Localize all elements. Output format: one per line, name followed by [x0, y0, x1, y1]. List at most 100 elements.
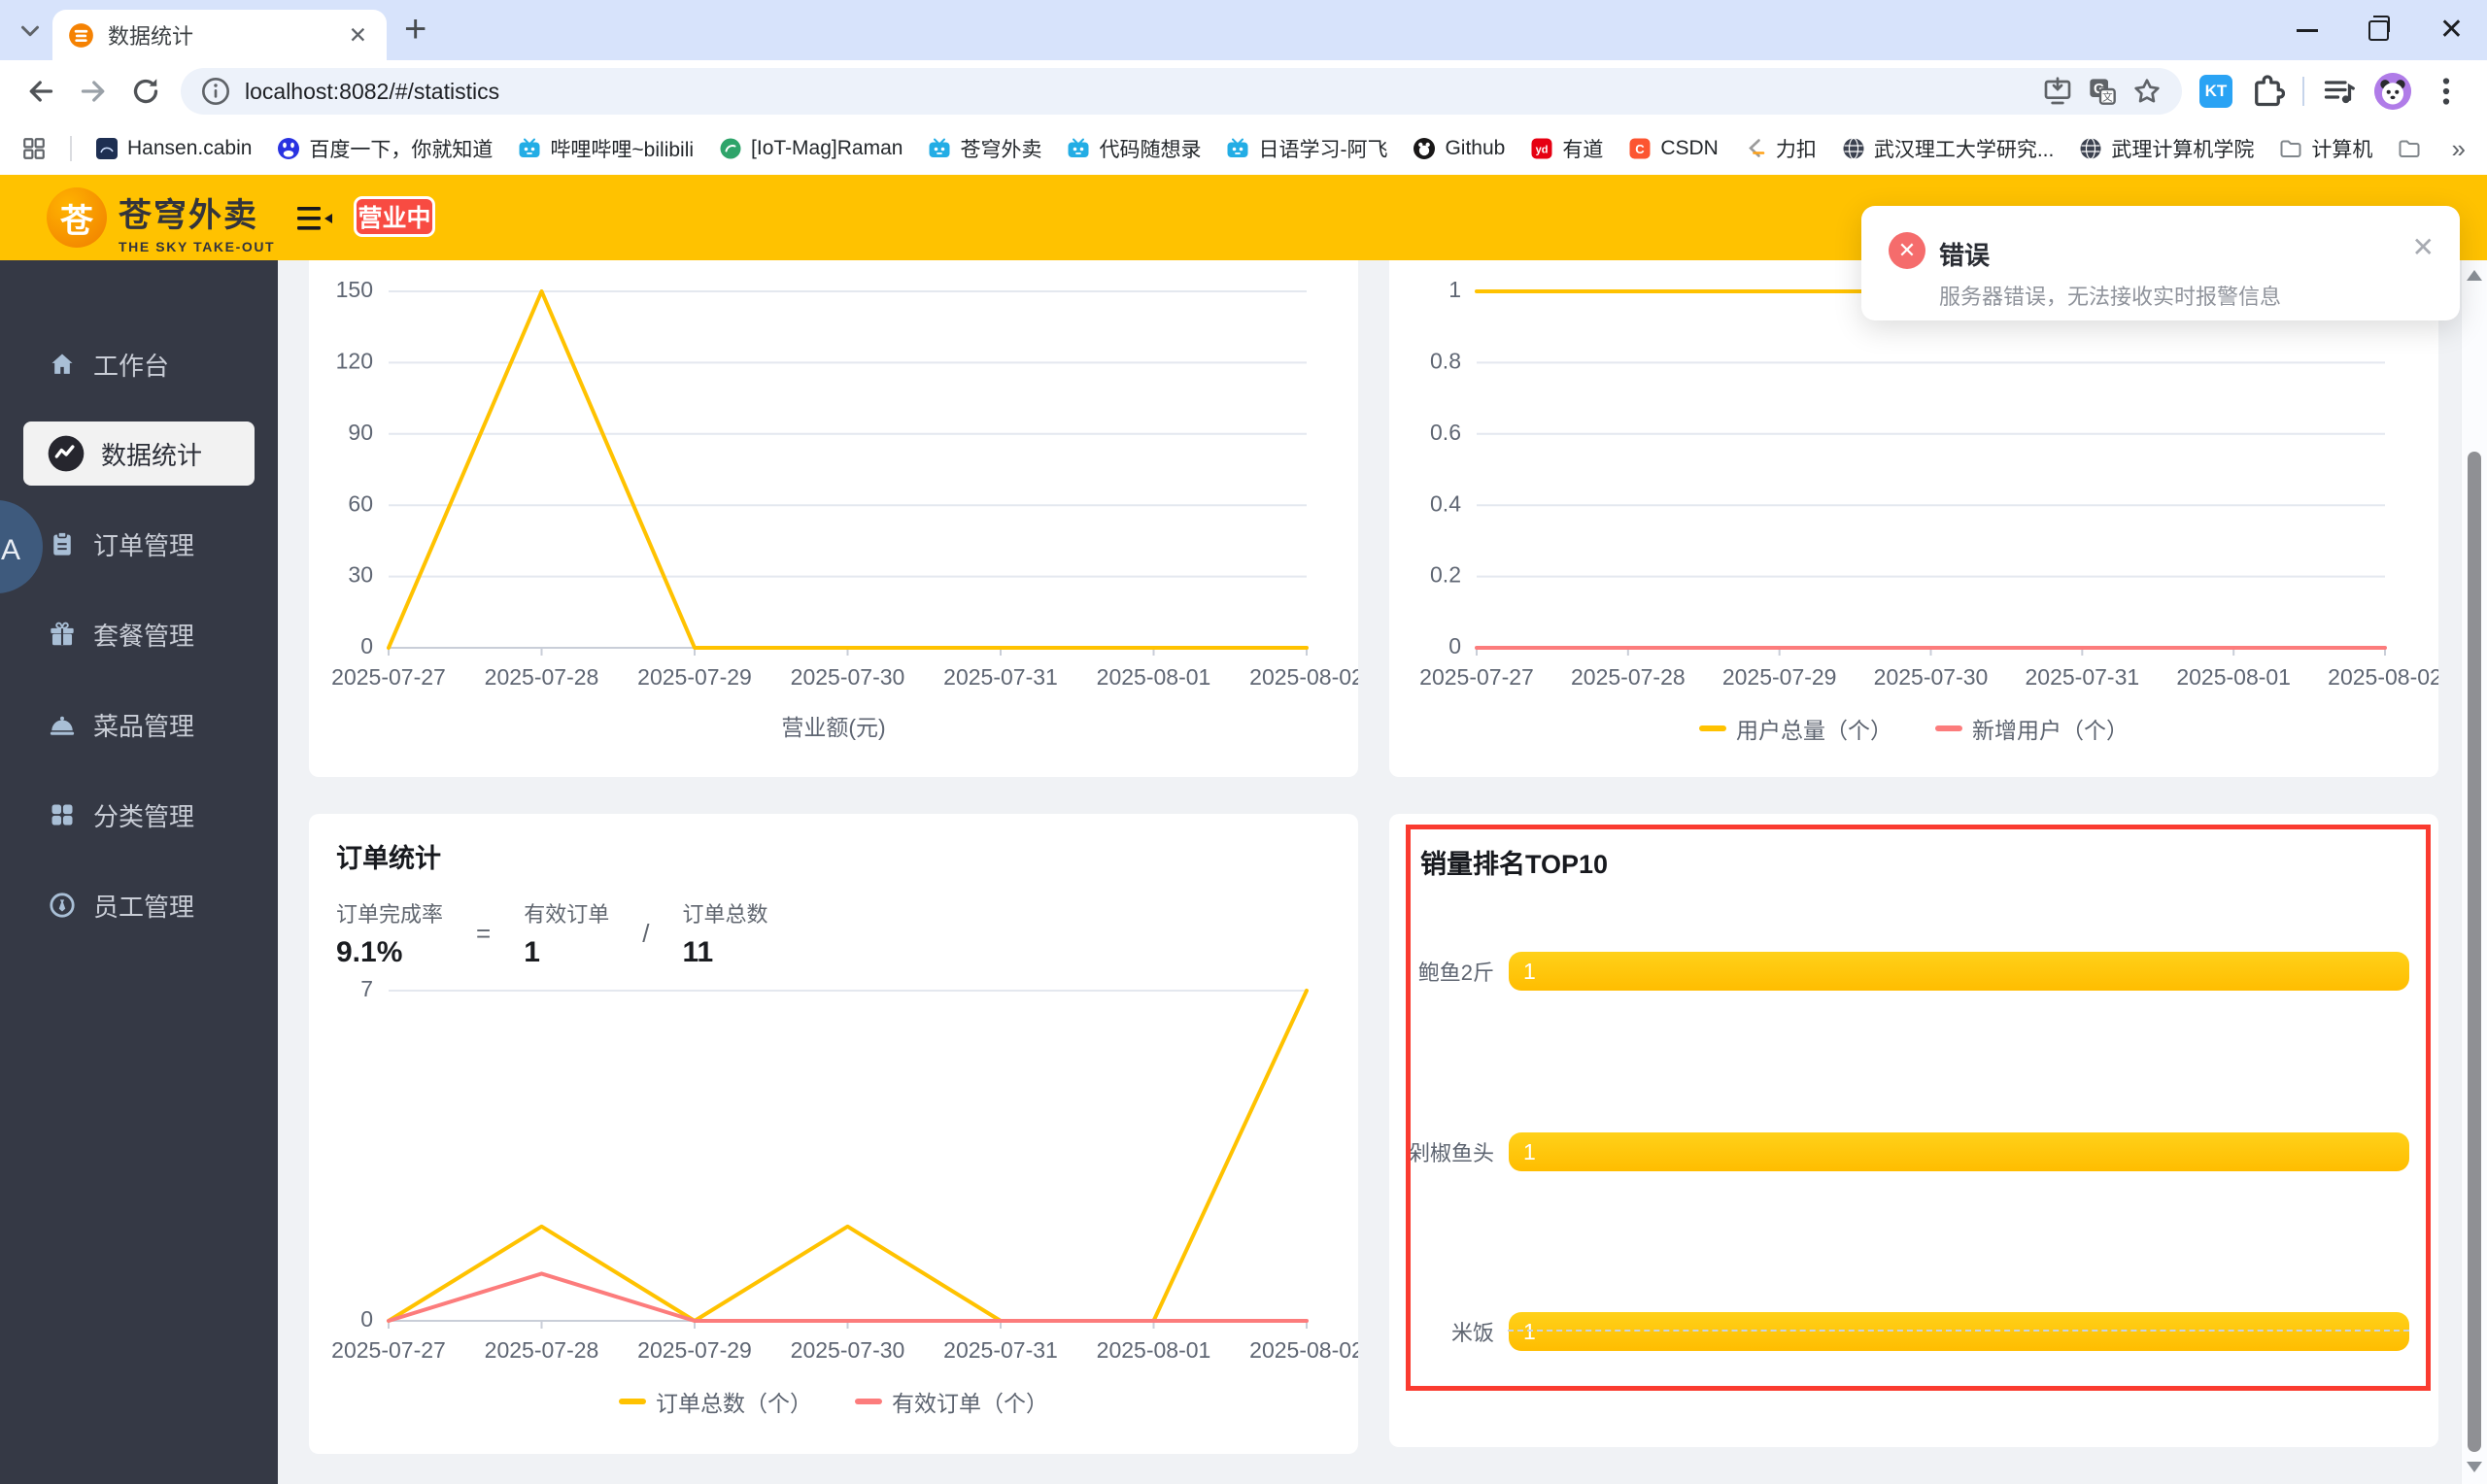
clipboard-icon: [49, 530, 76, 557]
sidebar-collapse-icon[interactable]: [297, 206, 332, 231]
bookmark-item[interactable]: C CSDN: [1628, 137, 1719, 160]
bookmark-item[interactable]: 哔哩哔哩~bilibili: [518, 134, 694, 163]
translate-icon[interactable]: G文: [2087, 76, 2118, 107]
playlist-music-icon[interactable]: [2322, 74, 2357, 109]
revenue-chart-card: 0 30 60 90 120 150 2025-07-27 2025-07-28 2025-07…: [309, 260, 1364, 777]
bookmark-item[interactable]: 武汉理工大学研究...: [1842, 134, 2055, 163]
svg-text:2025-07-30: 2025-07-30: [791, 1337, 905, 1363]
order-card-title: 订单统计: [336, 844, 441, 873]
legend-label: 新增用户（个）: [1972, 718, 2129, 743]
valid-orders-block: 有效订单 1: [524, 897, 609, 969]
bookmark-item[interactable]: 代码随想录: [1067, 134, 1201, 163]
sidebar-item-套餐管理[interactable]: 套餐管理: [0, 602, 278, 666]
bookmark-item[interactable]: 百度一下，你就知道: [277, 134, 493, 163]
equals-sign: =: [476, 919, 492, 948]
sidebar-item-label: 订单管理: [93, 530, 195, 560]
forward-icon[interactable]: [76, 74, 111, 109]
yd-bookmark-icon: yd: [1530, 137, 1553, 160]
revenue-axis-label: 营业额(元): [781, 715, 886, 740]
scrollbar-thumb[interactable]: [2468, 452, 2481, 1452]
browser-toolbar: localhost:8082/#/statistics G文 KT: [0, 60, 2487, 122]
axis-pointer-dashline: [1508, 1330, 2409, 1332]
page-scrollbar[interactable]: [2461, 175, 2487, 1484]
bookmark-label: 武汉理工大学研究...: [1873, 139, 2055, 161]
bookmark-item[interactable]: yd 有道: [1530, 134, 1603, 163]
sidebar-item-菜品管理[interactable]: 菜品管理: [0, 692, 278, 757]
slash-sign: /: [642, 919, 650, 948]
sidebar-item-label: 分类管理: [93, 801, 195, 831]
browser-tab-active[interactable]: 数据统计 ✕: [52, 10, 387, 60]
svg-text:2025-08-02: 2025-08-02: [1249, 1337, 1358, 1363]
gift-icon: [49, 621, 76, 648]
legend-label: 订单总数（个）: [656, 1391, 812, 1416]
svg-text:0.8: 0.8: [1430, 348, 1461, 373]
highlight-red-border: [1406, 825, 2431, 1391]
svg-text:1: 1: [1448, 277, 1461, 302]
window-restore-icon[interactable]: [2368, 15, 2390, 41]
bili-bookmark-icon: [928, 137, 951, 160]
legend-swatch: [619, 1399, 646, 1404]
svg-text:60: 60: [348, 490, 373, 516]
top10-bar-row: 米饭 1: [1389, 1312, 2438, 1351]
new-tab-button[interactable]: +: [404, 8, 426, 51]
bookmark-item[interactable]: Hansen.cabin: [95, 137, 252, 160]
bookmark-item[interactable]: 读研: [2398, 134, 2422, 163]
bookmark-item[interactable]: 苍穹外卖: [928, 134, 1041, 163]
legend-item[interactable]: 新增用户（个）: [1935, 712, 2129, 745]
address-bar[interactable]: localhost:8082/#/statistics G文: [181, 68, 2182, 115]
url-text[interactable]: localhost:8082/#/statistics: [245, 79, 2028, 105]
back-icon[interactable]: [23, 74, 58, 109]
bookmark-item[interactable]: 武理计算机学院: [2079, 134, 2254, 163]
legend-swatch: [855, 1399, 882, 1404]
kt-extension-icon[interactable]: KT: [2199, 75, 2232, 108]
svg-text:2025-07-27: 2025-07-27: [331, 664, 446, 690]
bookmark-label: Github: [1445, 137, 1506, 159]
scrollbar-down-arrow[interactable]: [2467, 1462, 2482, 1472]
apps-grid-icon[interactable]: [21, 136, 47, 161]
scrollbar-up-arrow[interactable]: [2467, 270, 2482, 281]
tab-search-chevron-icon[interactable]: [16, 17, 45, 46]
toast-close-icon[interactable]: ✕: [2412, 231, 2435, 263]
business-status-badge[interactable]: 营业中: [354, 196, 435, 237]
legend-item[interactable]: 有效订单（个）: [855, 1385, 1048, 1418]
sales-value: 1: [1523, 1138, 1536, 1164]
install-app-icon[interactable]: [2042, 76, 2073, 107]
site-info-icon[interactable]: [200, 76, 231, 107]
bookmarks-overflow-chevron[interactable]: »: [2452, 134, 2466, 164]
bookmark-item[interactable]: [IoT-Mag]Raman: [719, 137, 903, 160]
svg-text:2025-07-31: 2025-07-31: [943, 1337, 1058, 1363]
reload-icon[interactable]: [128, 74, 163, 109]
browser-menu-kebab-icon[interactable]: [2429, 74, 2464, 109]
globe-bookmark-icon: [2079, 137, 2102, 160]
sidebar-item-label: 套餐管理: [93, 621, 195, 651]
bookmark-label: [IoT-Mag]Raman: [751, 137, 903, 159]
legend-item[interactable]: 订单总数（个）: [619, 1385, 812, 1418]
svg-text:2025-07-27: 2025-07-27: [1419, 664, 1534, 690]
profile-avatar[interactable]: [2374, 73, 2411, 110]
sidebar-item-分类管理[interactable]: 分类管理: [0, 783, 278, 847]
sidebar-item-数据统计[interactable]: 数据统计: [23, 422, 255, 486]
toolbar-separator: [2302, 77, 2304, 106]
window-controls: ✕: [2296, 0, 2464, 60]
error-toast: ✕ 错误 ✕ 服务器错误，无法接收实时报警信息: [1861, 206, 2460, 320]
bookmark-item[interactable]: 日语学习-阿飞: [1226, 134, 1387, 163]
green-bookmark-icon: [719, 137, 742, 160]
toast-message: 服务器错误，无法接收实时报警信息: [1939, 285, 2282, 309]
top10-bar-row: 剁椒鱼头 1: [1389, 1132, 2438, 1171]
bookmark-item[interactable]: 计算机: [2279, 134, 2372, 163]
sales-value: 1: [1523, 958, 1536, 984]
order-completion-stats: 订单完成率 9.1% = 有效订单 1 / 订单总数 11: [336, 897, 767, 969]
extensions-puzzle-icon[interactable]: [2250, 74, 2286, 109]
window-close-icon[interactable]: ✕: [2439, 16, 2464, 45]
bookmark-item[interactable]: Github: [1413, 137, 1505, 160]
sidebar-item-label: 数据统计: [101, 440, 203, 470]
svg-text:120: 120: [336, 348, 373, 373]
bookmark-item[interactable]: 力扣: [1744, 134, 1817, 163]
sidebar-item-员工管理[interactable]: 员工管理: [0, 873, 278, 937]
folder-bookmark-icon: [2279, 137, 2302, 160]
legend-item[interactable]: 用户总量（个）: [1699, 712, 1892, 745]
sidebar-item-工作台[interactable]: 工作台: [0, 332, 278, 396]
bookmark-star-icon[interactable]: [2131, 76, 2163, 107]
window-minimize-icon[interactable]: [2296, 28, 2318, 32]
tab-close-icon[interactable]: ✕: [345, 22, 371, 49]
